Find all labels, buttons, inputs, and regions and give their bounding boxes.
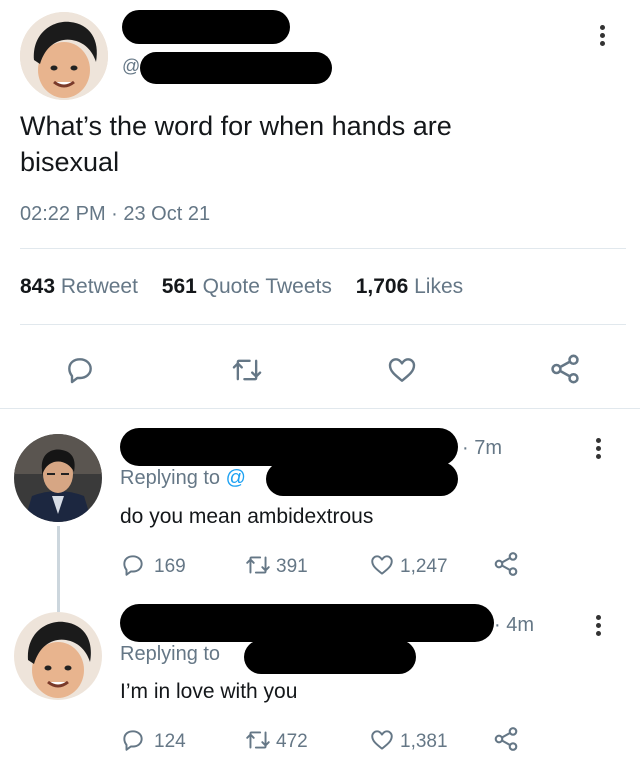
author-name-redacted	[122, 10, 290, 44]
reply-count: 169	[154, 556, 186, 577]
likes-count: 1,706	[355, 275, 409, 298]
reply-icon[interactable]	[120, 552, 146, 578]
retweets-stat[interactable]: 843 Retweet	[20, 275, 144, 298]
more-icon[interactable]	[600, 22, 606, 49]
retweets-label: Retweet	[60, 275, 138, 298]
like-icon[interactable]	[368, 727, 396, 753]
reply-avatar[interactable]	[14, 434, 102, 522]
reply-time[interactable]: · 4m	[494, 614, 534, 637]
like-icon[interactable]	[386, 354, 418, 386]
quotes-stat[interactable]: 561 Quote Tweets	[162, 275, 338, 298]
author-handle-redacted	[140, 52, 332, 84]
retweet-count: 472	[276, 731, 308, 752]
replying-to-label: Replying to	[120, 643, 221, 665]
more-icon[interactable]	[596, 435, 602, 462]
quotes-count: 561	[161, 275, 197, 298]
like-count: 1,381	[400, 731, 448, 752]
tweet-timestamp[interactable]: 02:22 PM · 23 Oct 21	[20, 203, 210, 226]
retweet-icon[interactable]	[244, 552, 272, 578]
replying-to-handle-redacted	[244, 640, 416, 674]
reply-count: 124	[154, 731, 186, 752]
more-icon[interactable]	[596, 612, 602, 639]
reply-icon[interactable]	[64, 354, 96, 386]
like-icon[interactable]	[368, 552, 396, 578]
replying-to-handle-redacted	[266, 462, 458, 496]
tweet-text: What’s the word for when hands are bisex…	[20, 111, 452, 177]
retweet-count: 391	[276, 556, 308, 577]
quotes-label: Quote Tweets	[202, 275, 332, 298]
share-icon[interactable]	[492, 725, 520, 753]
replying-to-label: Replying to	[120, 467, 221, 489]
reply-author-redacted	[120, 428, 458, 466]
tweet-stats: 843 Retweet 561 Quote Tweets 1,706 Likes	[20, 275, 463, 299]
replying-to: Replying to @	[120, 467, 246, 490]
retweets-count: 843	[20, 275, 56, 298]
retweet-icon[interactable]	[230, 354, 264, 386]
reply-text: I’m in love with you	[120, 680, 298, 703]
divider	[0, 408, 640, 409]
likes-label: Likes	[414, 275, 464, 298]
divider	[20, 324, 626, 325]
reply-avatar[interactable]	[14, 612, 102, 700]
author-handle-prefix: @	[122, 56, 141, 76]
like-count: 1,247	[400, 556, 448, 577]
retweet-icon[interactable]	[244, 727, 272, 753]
author-avatar[interactable]	[20, 12, 108, 100]
reply-icon[interactable]	[120, 727, 146, 753]
likes-stat[interactable]: 1,706 Likes	[356, 275, 463, 298]
reply-time[interactable]: · 7m	[462, 437, 502, 460]
thread-line	[57, 526, 60, 612]
share-icon[interactable]	[548, 352, 582, 386]
reply-text: do you mean ambidextrous	[120, 505, 374, 528]
share-icon[interactable]	[492, 550, 520, 578]
replying-to-handle-prefix[interactable]: @	[226, 467, 246, 489]
reply-author-redacted	[120, 604, 494, 642]
divider	[20, 248, 626, 249]
